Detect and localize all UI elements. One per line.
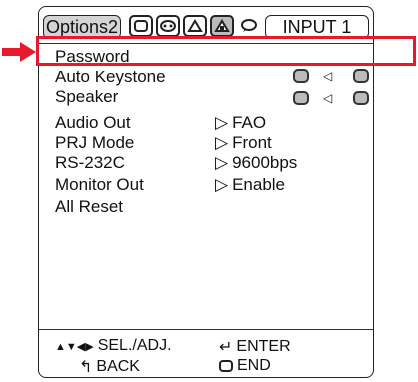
selection-highlight <box>36 36 416 66</box>
back-label: BACK <box>96 358 140 375</box>
menu-item-monitor-out[interactable]: Monitor Out <box>55 175 144 195</box>
pointer-arrow-icon <box>2 42 36 62</box>
speaker-arrow-icon: ◁ <box>323 91 333 105</box>
value-text: Enable <box>232 175 286 194</box>
menu-item-all-reset[interactable]: All Reset <box>55 197 123 217</box>
prj-mode-value[interactable]: ▷ Front <box>215 133 272 153</box>
right-arrow-icon: ▷ <box>215 175 229 194</box>
speaker-on-toggle[interactable] <box>293 91 309 105</box>
auto-keystone-off-toggle[interactable] <box>353 69 369 83</box>
end-icon <box>219 360 233 372</box>
menu-item-label: Auto Keystone <box>55 67 166 86</box>
options-icon[interactable] <box>210 15 234 37</box>
language-icon[interactable] <box>237 15 261 37</box>
rs232c-value[interactable]: ▷ 9600bps <box>215 153 297 173</box>
end-hint: END <box>219 357 271 375</box>
sel-adj-label: SEL./ADJ. <box>97 337 172 354</box>
sel-adj-hint: ▲▼◀▶ SEL./ADJ. <box>55 337 172 355</box>
value-text: 9600bps <box>232 153 298 172</box>
audio-out-value[interactable]: ▷ FAO <box>215 113 266 133</box>
menu-item-label: Speaker <box>55 87 119 106</box>
sound-icon[interactable] <box>156 15 180 37</box>
back-hint: ↰ BACK <box>79 357 140 377</box>
monitor-out-value[interactable]: ▷ Enable <box>215 175 285 195</box>
setup-icon[interactable] <box>183 15 207 37</box>
right-arrow-icon: ▷ <box>215 133 229 152</box>
right-arrow-icon: ▷ <box>215 153 229 172</box>
enter-icon: ↵ <box>219 339 233 356</box>
menu-item-label: Audio Out <box>55 113 131 132</box>
value-text: FAO <box>232 113 267 132</box>
menu-item-label: All Reset <box>55 197 124 216</box>
speaker-off-toggle[interactable] <box>353 91 369 105</box>
back-icon: ↰ <box>79 359 93 376</box>
menu-item-auto-keystone[interactable]: Auto Keystone <box>55 67 166 87</box>
picture-icon[interactable] <box>129 15 153 37</box>
footer-divider <box>39 329 373 330</box>
menu-item-prj-mode[interactable]: PRJ Mode <box>55 133 134 153</box>
menu-item-label: PRJ Mode <box>55 133 135 152</box>
menu-item-label: RS-232C <box>55 153 125 172</box>
value-text: Front <box>232 133 272 152</box>
enter-hint: ↵ ENTER <box>219 337 291 357</box>
menu-item-speaker[interactable]: Speaker <box>55 87 118 107</box>
menu-item-audio-out[interactable]: Audio Out <box>55 113 131 133</box>
auto-keystone-on-toggle[interactable] <box>293 69 309 83</box>
cursor-keys-icon: ▲▼◀▶ <box>55 340 94 353</box>
key-guide: ▲▼◀▶ SEL./ADJ. ↵ ENTER ↰ BACK END <box>39 337 373 379</box>
menu-item-rs232c[interactable]: RS-232C <box>55 153 125 173</box>
end-label: END <box>237 357 271 374</box>
menu-item-label: Monitor Out <box>55 175 144 194</box>
tab-icon-group <box>129 15 261 37</box>
auto-keystone-arrow-icon: ◁ <box>323 69 333 83</box>
right-arrow-icon: ▷ <box>215 113 229 132</box>
enter-label: ENTER <box>236 338 291 355</box>
